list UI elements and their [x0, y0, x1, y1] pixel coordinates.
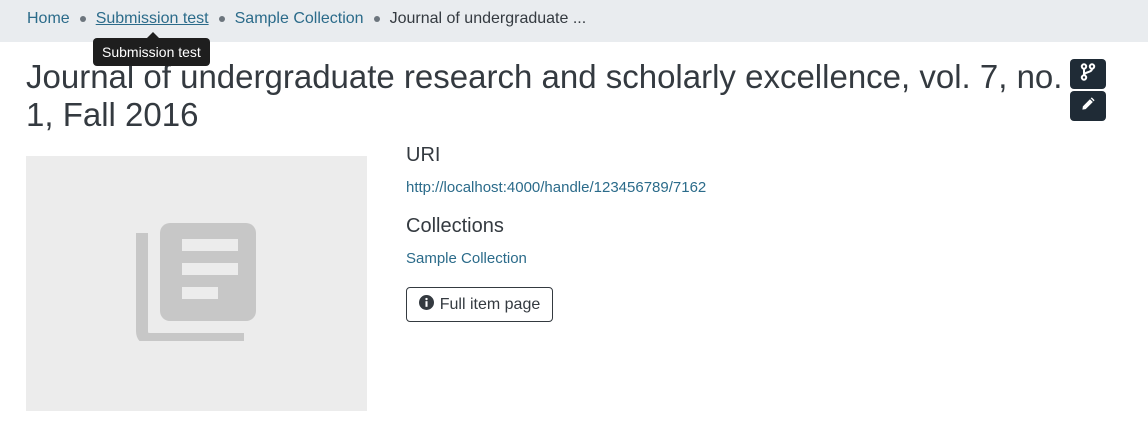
branch-button[interactable]	[1070, 59, 1106, 89]
breadcrumb-sample-collection[interactable]: Sample Collection	[235, 10, 364, 28]
item-thumbnail	[26, 156, 367, 411]
collection-icon	[135, 221, 258, 346]
breadcrumb-bar: Home Submission test Sample Collection J…	[0, 0, 1148, 42]
uri-link[interactable]: http://localhost:4000/handle/123456789/7…	[406, 179, 706, 196]
breadcrumb-home[interactable]: Home	[27, 10, 70, 28]
full-item-page-button[interactable]: Full item page	[406, 287, 553, 322]
collections-label: Collections	[406, 215, 504, 237]
breadcrumb-separator	[373, 16, 380, 22]
breadcrumb-current: Journal of undergraduate ...	[389, 10, 587, 27]
uri-label: URI	[406, 144, 441, 166]
info-icon	[418, 294, 434, 315]
branch-icon	[1080, 62, 1096, 86]
pencil-icon	[1081, 96, 1096, 116]
breadcrumb-submission-test[interactable]: Submission test	[96, 10, 209, 28]
tooltip: Submission test	[93, 38, 210, 66]
edit-button[interactable]	[1070, 91, 1106, 121]
breadcrumb: Home Submission test Sample Collection J…	[27, 10, 586, 28]
breadcrumb-separator	[218, 16, 225, 22]
full-item-page-label: Full item page	[439, 295, 541, 313]
breadcrumb-separator	[79, 16, 86, 22]
page-title: Journal of undergraduate research and sc…	[26, 58, 1063, 133]
collection-link[interactable]: Sample Collection	[406, 250, 527, 267]
